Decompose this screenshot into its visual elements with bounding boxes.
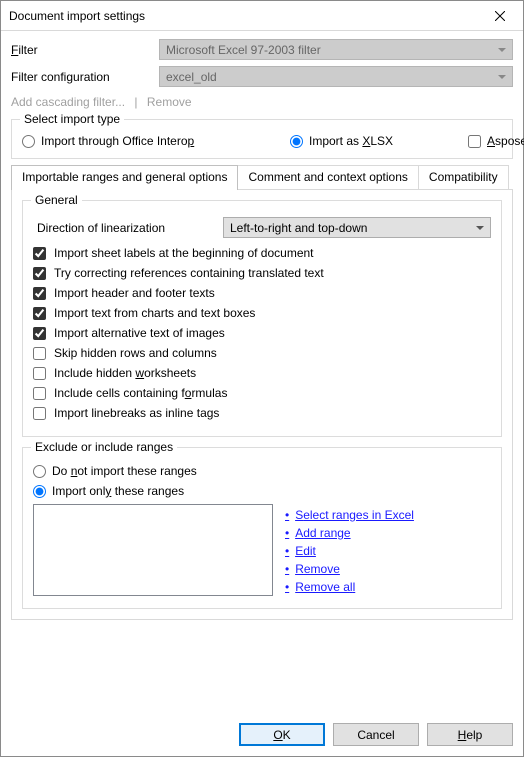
chk-linebreaks-label: Import linebreaks as inline tags [54,406,219,420]
general-group: General Direction of linearization Left-… [22,200,502,437]
chk-sheet-labels[interactable] [33,247,46,260]
titlebar: Document import settings [1,1,523,31]
remove-cascading-filter-link[interactable]: Remove [147,95,192,109]
radio-import-xlsx-label: Import as XLSX [309,134,393,148]
ranges-legend: Exclude or include ranges [31,440,177,454]
radio-do-not-import[interactable] [33,465,46,478]
chk-header-footer[interactable] [33,287,46,300]
radio-office-interop-label: Import through Office Interop [41,134,194,148]
close-icon [495,11,505,21]
direction-select[interactable]: Left-to-right and top-down [223,217,491,238]
action-select-ranges-excel[interactable]: Select ranges in Excel [285,508,414,522]
dialog-footer: OK Cancel Help [1,713,523,756]
window-title: Document import settings [9,9,477,23]
chk-sheet-labels-label: Import sheet labels at the beginning of … [54,246,314,260]
chk-header-footer-label: Import header and footer texts [54,286,215,300]
filter-value: Microsoft Excel 97-2003 filter [166,43,321,57]
checkbox-aspose-label: Aspose [487,134,524,148]
chk-charts-textboxes[interactable] [33,307,46,320]
filter-label: Filter [11,43,159,57]
filter-config-combo[interactable]: excel_old [159,66,513,87]
chk-skip-hidden-label: Skip hidden rows and columns [54,346,217,360]
chk-alt-text[interactable] [33,327,46,340]
chk-hidden-worksheets-label: Include hidden worksheets [54,366,196,380]
chk-alt-text-label: Import alternative text of images [54,326,225,340]
chk-formulas-label: Include cells containing formulas [54,386,227,400]
chk-linebreaks[interactable] [33,407,46,420]
checkbox-aspose[interactable] [468,135,481,148]
radio-do-not-import-label: Do not import these ranges [52,464,197,478]
radio-import-only-label: Import only these ranges [52,484,184,498]
import-type-legend: Select import type [20,112,124,126]
action-remove[interactable]: Remove [285,562,414,576]
add-cascading-filter-link[interactable]: Add cascading filter... [11,95,125,109]
filter-config-label: Filter configuration [11,70,159,84]
tab-compatibility[interactable]: Compatibility [418,165,509,189]
chk-hidden-worksheets[interactable] [33,367,46,380]
general-legend: General [31,193,82,207]
cancel-button[interactable]: Cancel [333,723,419,746]
import-type-group: Select import type Import through Office… [11,119,513,159]
filter-config-value: excel_old [166,70,217,84]
chk-correct-refs-label: Try correcting references containing tra… [54,266,324,280]
chk-correct-refs[interactable] [33,267,46,280]
direction-value: Left-to-right and top-down [230,221,367,235]
tab-importable-ranges[interactable]: Importable ranges and general options [11,165,238,190]
separator: | [134,95,137,109]
chk-skip-hidden[interactable] [33,347,46,360]
action-add-range[interactable]: Add range [285,526,414,540]
ranges-listbox[interactable] [33,504,273,596]
tab-comment-context[interactable]: Comment and context options [237,165,418,189]
radio-import-xlsx[interactable] [290,135,303,148]
direction-label: Direction of linearization [33,221,223,235]
tab-body: General Direction of linearization Left-… [11,189,513,620]
tabstrip: Importable ranges and general options Co… [11,165,513,189]
action-edit[interactable]: Edit [285,544,414,558]
ok-button[interactable]: OK [239,723,325,746]
ranges-group: Exclude or include ranges Do not import … [22,447,502,609]
radio-import-only[interactable] [33,485,46,498]
filter-combo[interactable]: Microsoft Excel 97-2003 filter [159,39,513,60]
chk-formulas[interactable] [33,387,46,400]
close-button[interactable] [477,1,523,31]
chk-charts-textboxes-label: Import text from charts and text boxes [54,306,255,320]
help-button[interactable]: Help [427,723,513,746]
radio-office-interop[interactable] [22,135,35,148]
action-remove-all[interactable]: Remove all [285,580,414,594]
